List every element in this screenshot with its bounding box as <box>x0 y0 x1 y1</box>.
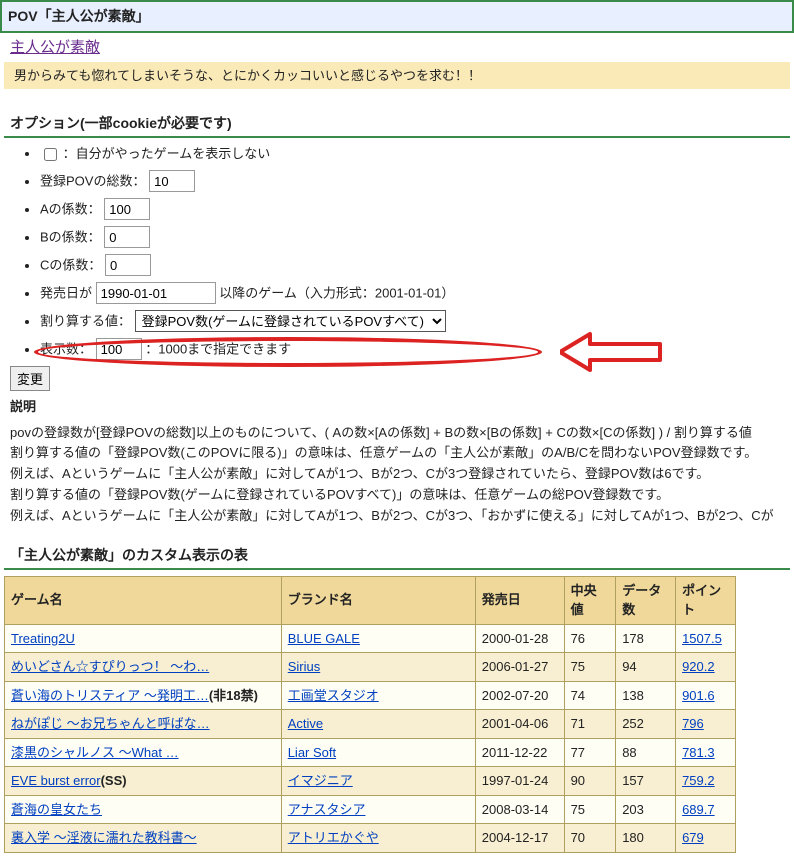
table-heading: 「主人公が素敵」のカスタム表示の表 <box>4 541 790 570</box>
total-pov-label: 登録POVの総数： <box>40 174 145 189</box>
cell-date: 2008-03-14 <box>475 795 564 824</box>
cell-date: 2004-12-17 <box>475 824 564 853</box>
display-count-input[interactable] <box>96 338 142 360</box>
coef-a-label: Aの係数： <box>40 202 101 217</box>
submit-button[interactable]: 変更 <box>10 366 50 391</box>
game-extra: (非18禁) <box>209 688 258 703</box>
point-link[interactable]: 689.7 <box>682 802 715 817</box>
cell-median: 76 <box>564 624 616 653</box>
display-count-after: ：1000まで指定できます <box>145 342 291 357</box>
point-link[interactable]: 1507.5 <box>682 631 722 646</box>
point-link[interactable]: 781.3 <box>682 745 715 760</box>
coef-b-input[interactable] <box>104 226 150 248</box>
table-row: 裏入学 ～淫液に濡れた教科書～ アトリエかぐや 2004-12-1770180 679 <box>5 824 736 853</box>
results-table: ゲーム名 ブランド名 発売日 中央値 データ数 ポイント Treating2U B… <box>4 576 736 853</box>
coef-c-label: Cの係数： <box>40 258 101 273</box>
cell-median: 90 <box>564 767 616 796</box>
point-link[interactable]: 759.2 <box>682 773 715 788</box>
pov-title-link[interactable]: 主人公が素敵 <box>10 39 100 56</box>
cell-median: 71 <box>564 710 616 739</box>
cell-date: 1997-01-24 <box>475 767 564 796</box>
coef-c-input[interactable] <box>105 254 151 276</box>
cell-date: 2001-04-06 <box>475 710 564 739</box>
game-link[interactable]: EVE burst error <box>11 773 101 788</box>
cell-count: 178 <box>616 624 676 653</box>
display-count-label: 表示数： <box>40 342 92 357</box>
point-link[interactable]: 796 <box>682 716 704 731</box>
brand-link[interactable]: Sirius <box>288 659 321 674</box>
game-link[interactable]: ねがぽじ ～お兄ちゃんと呼ばな… <box>11 716 210 731</box>
table-row: EVE burst error(SS) イマジニア 1997-01-2490157 7… <box>5 767 736 796</box>
total-pov-input[interactable] <box>149 170 195 192</box>
col-game: ゲーム名 <box>5 576 282 624</box>
brand-link[interactable]: アトリエかぐや <box>288 830 379 845</box>
cell-count: 157 <box>616 767 676 796</box>
col-point: ポイント <box>676 576 736 624</box>
cell-date: 2000-01-28 <box>475 624 564 653</box>
explain-line: 例えば、Aというゲームに「主人公が素敵」に対してAが1つ、Bが2つ、Cが3つ登録… <box>10 464 784 485</box>
cell-date: 2011-12-22 <box>475 738 564 767</box>
game-link[interactable]: 蒼海の皇女たち <box>11 802 102 817</box>
brand-link[interactable]: イマジニア <box>288 773 353 788</box>
cell-count: 138 <box>616 681 676 710</box>
cell-median: 75 <box>564 653 616 682</box>
brand-link[interactable]: アナスタシア <box>288 802 366 817</box>
cell-median: 74 <box>564 681 616 710</box>
brand-link[interactable]: 工画堂スタジオ <box>288 688 379 703</box>
game-link[interactable]: 漆黒のシャルノス ～What … <box>11 745 179 760</box>
cell-count: 94 <box>616 653 676 682</box>
brand-link[interactable]: Liar Soft <box>288 745 336 760</box>
col-brand: ブランド名 <box>281 576 475 624</box>
col-date: 発売日 <box>475 576 564 624</box>
cell-count: 203 <box>616 795 676 824</box>
cell-median: 75 <box>564 795 616 824</box>
table-row: 蒼い海のトリスティア ～発明工…(非18禁) 工画堂スタジオ 2002-07-207… <box>5 681 736 710</box>
brand-link[interactable]: Active <box>288 716 323 731</box>
hide-played-checkbox[interactable] <box>44 148 57 161</box>
table-row: めいどさん☆すぴりっつ！ ～わ… Sirius 2006-01-277594 920.… <box>5 653 736 682</box>
brand-link[interactable]: BLUE GALE <box>288 631 360 646</box>
point-link[interactable]: 920.2 <box>682 659 715 674</box>
point-link[interactable]: 679 <box>682 830 704 845</box>
date-input[interactable] <box>96 282 216 304</box>
game-extra: (SS) <box>101 773 127 788</box>
explain-line: 例えば、Aというゲームに「主人公が素敵」に対してAが1つ、Bが2つ、Cが3つ、「… <box>10 506 784 527</box>
explain-line: 割り算する値の「登録POV数(このPOVに限る)」の意味は、任意ゲームの「主人公… <box>10 443 784 464</box>
cell-date: 2006-01-27 <box>475 653 564 682</box>
coef-a-input[interactable] <box>104 198 150 220</box>
col-count: データ数 <box>616 576 676 624</box>
game-link[interactable]: 蒼い海のトリスティア ～発明工… <box>11 688 209 703</box>
col-median: 中央値 <box>564 576 616 624</box>
table-row: ねがぽじ ～お兄ちゃんと呼ばな… Active 2001-04-0671252 796 <box>5 710 736 739</box>
explain-heading: 説明 <box>10 397 784 417</box>
date-label: 発売日が <box>40 286 96 301</box>
table-row: Treating2U BLUE GALE 2000-01-2876178 1507.5 <box>5 624 736 653</box>
game-link[interactable]: Treating2U <box>11 631 75 646</box>
table-row: 漆黒のシャルノス ～What … Liar Soft 2011-12-227788 7… <box>5 738 736 767</box>
explain-line: povの登録数が[登録POVの総数]以上のものについて、( Aの数×[Aの係数]… <box>10 423 784 444</box>
divisor-select[interactable]: 登録POV数(ゲームに登録されているPOVすべて) <box>135 310 446 332</box>
table-row: 蒼海の皇女たち アナスタシア 2008-03-1475203 689.7 <box>5 795 736 824</box>
cell-count: 88 <box>616 738 676 767</box>
game-link[interactable]: めいどさん☆すぴりっつ！ ～わ… <box>11 659 209 674</box>
cell-median: 70 <box>564 824 616 853</box>
cell-count: 252 <box>616 710 676 739</box>
cell-median: 77 <box>564 738 616 767</box>
table-header-row: ゲーム名 ブランド名 発売日 中央値 データ数 ポイント <box>5 576 736 624</box>
hide-played-label: ：自分がやったゲームを表示しない <box>63 146 271 161</box>
date-after-label: 以降のゲーム（入力形式：2001-01-01） <box>219 286 454 301</box>
pov-header: POV「主人公が素敵」 <box>0 0 794 33</box>
divisor-label: 割り算する値： <box>40 314 131 329</box>
point-link[interactable]: 901.6 <box>682 688 715 703</box>
coef-b-label: Bの係数： <box>40 230 101 245</box>
game-link[interactable]: 裏入学 ～淫液に濡れた教科書～ <box>11 830 197 845</box>
pov-description: 男からみても惚れてしまいそうな、とにかくカッコいいと感じるやつを求む！！ <box>4 62 790 90</box>
cell-count: 180 <box>616 824 676 853</box>
explain-line: 割り算する値の「登録POV数(ゲームに登録されているPOVすべて)」の意味は、任… <box>10 485 784 506</box>
options-heading: オプション(一部cookieが必要です) <box>4 109 790 138</box>
cell-date: 2002-07-20 <box>475 681 564 710</box>
explain-body: povの登録数が[登録POVの総数]以上のものについて、( Aの数×[Aの係数]… <box>10 423 784 527</box>
